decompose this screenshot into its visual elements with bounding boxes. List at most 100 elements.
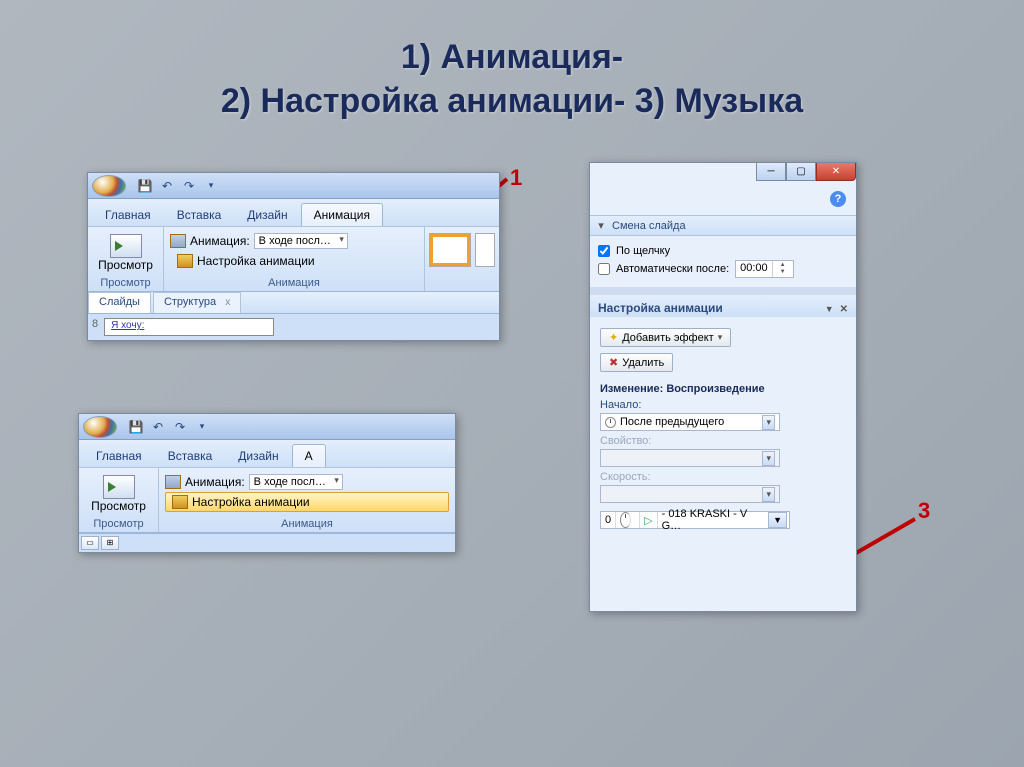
tab-design-2[interactable]: Дизайн bbox=[225, 444, 291, 467]
minimize-button[interactable]: ─ bbox=[756, 163, 786, 181]
group-preview-label: Просмотр bbox=[94, 275, 157, 291]
group-preview-label-2: Просмотр bbox=[85, 516, 152, 532]
qat-dropdown-icon[interactable]: ▾ bbox=[202, 177, 220, 195]
help-icon[interactable]: ? bbox=[830, 191, 846, 207]
office-button-2[interactable] bbox=[83, 416, 117, 438]
pane-close-icon[interactable]: ✕ bbox=[840, 304, 848, 315]
start-label: Начало: bbox=[600, 399, 846, 411]
office-button[interactable] bbox=[92, 175, 126, 197]
group-anim-label: Анимация bbox=[170, 275, 418, 291]
tab-animation[interactable]: Анимация bbox=[301, 203, 383, 226]
tab-home-2[interactable]: Главная bbox=[83, 444, 155, 467]
page-title: 1) Анимация- 2) Настройка анимации- 3) М… bbox=[0, 35, 1024, 123]
title-line-1: 1) Анимация- bbox=[0, 35, 1024, 79]
tab-insert[interactable]: Вставка bbox=[164, 203, 235, 226]
group-anim-label-2: Анимация bbox=[165, 516, 449, 532]
custom-anim-icon bbox=[177, 254, 193, 268]
tab-home[interactable]: Главная bbox=[92, 203, 164, 226]
document-tabs: Слайды Структура x bbox=[88, 292, 499, 314]
remove-effect-button[interactable]: ✖ Удалить bbox=[600, 353, 673, 372]
property-dropdown bbox=[600, 449, 780, 467]
undo-icon-2[interactable]: ↶ bbox=[149, 418, 167, 436]
anim-label: Анимация: bbox=[190, 234, 250, 248]
anim-pane-body: ✦ Добавить эффект ✖ Удалить Изменение: В… bbox=[590, 317, 856, 537]
custom-anim-label-2: Настройка анимации bbox=[192, 495, 310, 509]
view-normal-icon[interactable]: ▭ bbox=[81, 536, 99, 550]
custom-animation-button-highlighted[interactable]: Настройка анимации bbox=[165, 492, 449, 512]
animate-icon-2 bbox=[165, 475, 181, 489]
preview-label: Просмотр bbox=[98, 258, 153, 272]
on-click-checkbox[interactable]: По щелчку bbox=[598, 245, 848, 257]
change-play-label: Изменение: Воспроизведение bbox=[600, 383, 846, 395]
maximize-button[interactable]: ▢ bbox=[786, 163, 816, 181]
qat-dropdown-icon-2[interactable]: ▾ bbox=[193, 418, 211, 436]
close-icon[interactable]: x bbox=[225, 297, 230, 308]
anim-label-2: Анимация: bbox=[185, 475, 245, 489]
transition-section-title: ▾ Смена слайда bbox=[590, 215, 856, 236]
animate-icon bbox=[170, 234, 186, 248]
redo-icon[interactable]: ↷ bbox=[180, 177, 198, 195]
slide-number: 8 bbox=[92, 318, 98, 336]
ribbon-body-2: Просмотр Просмотр Анимация: В ходе посл…… bbox=[79, 468, 455, 533]
close-button[interactable]: ✕ bbox=[816, 163, 856, 181]
save-icon[interactable]: 💾 bbox=[136, 177, 154, 195]
slide-thumbnail[interactable]: Я хочу: bbox=[104, 318, 274, 336]
transition-section-body: По щелчку Автоматически после: 00:00 ▲▼ bbox=[590, 236, 856, 287]
preview-icon bbox=[110, 234, 142, 258]
ribbon-body: Просмотр Просмотр Анимация: В ходе посл…… bbox=[88, 227, 499, 292]
callout-3: 3 bbox=[918, 498, 930, 524]
speed-dropdown bbox=[600, 485, 780, 503]
speed-label: Скорость: bbox=[600, 471, 846, 483]
tab-structure[interactable]: Структура x bbox=[153, 292, 241, 313]
auto-after-time-spinner[interactable]: 00:00 ▲▼ bbox=[735, 260, 793, 278]
anim-dropdown-2[interactable]: В ходе посл… bbox=[249, 474, 343, 490]
list-item-clock-icon bbox=[616, 512, 640, 528]
list-item-play-icon: ▷ bbox=[640, 512, 657, 528]
tab-insert-2[interactable]: Вставка bbox=[155, 444, 226, 467]
spin-up-icon[interactable]: ▲ bbox=[777, 262, 789, 269]
callout-1: 1 bbox=[510, 165, 522, 191]
undo-icon[interactable]: ↶ bbox=[158, 177, 176, 195]
list-item-text: - 018 KRASKI - V G… bbox=[658, 512, 766, 528]
custom-anim-label: Настройка анимации bbox=[197, 254, 315, 268]
anim-dropdown[interactable]: В ходе посл… bbox=[254, 233, 348, 249]
transition-thumb-selected[interactable] bbox=[429, 233, 471, 267]
auto-after-input[interactable] bbox=[598, 263, 610, 275]
quick-access-toolbar: 💾 ↶ ↷ ▾ bbox=[88, 173, 499, 199]
slide-thumbnail-area: 8 Я хочу: bbox=[88, 314, 499, 340]
transition-thumb-next[interactable] bbox=[475, 233, 495, 267]
tab-design[interactable]: Дизайн bbox=[234, 203, 300, 226]
preview-button-2[interactable]: Просмотр bbox=[85, 472, 152, 516]
panel-ribbon-2: 💾 ↶ ↷ ▾ Главная Вставка Дизайн А Просмот… bbox=[78, 413, 456, 553]
preview-icon-2 bbox=[103, 475, 135, 499]
quick-access-toolbar-2: 💾 ↶ ↷ ▾ bbox=[79, 414, 455, 440]
custom-anim-icon-2 bbox=[172, 495, 188, 509]
preview-label-2: Просмотр bbox=[91, 499, 146, 513]
panel-right: ─ ▢ ✕ ? ▾ Смена слайда По щелчку Автомат… bbox=[589, 162, 857, 612]
animation-list-item[interactable]: 0 ▷ - 018 KRASKI - V G… ▼ bbox=[600, 511, 790, 529]
auto-after-checkbox[interactable]: Автоматически после: 00:00 ▲▼ bbox=[598, 260, 848, 278]
redo-icon-2[interactable]: ↷ bbox=[171, 418, 189, 436]
on-click-input[interactable] bbox=[598, 245, 610, 257]
remove-effect-icon: ✖ bbox=[609, 356, 618, 369]
tab-slides[interactable]: Слайды bbox=[88, 292, 151, 313]
anim-pane-title: Настройка анимации ▼✕ bbox=[590, 295, 856, 317]
window-buttons: ─ ▢ ✕ bbox=[756, 163, 856, 181]
list-item-index: 0 bbox=[601, 512, 616, 528]
save-icon-2[interactable]: 💾 bbox=[127, 418, 145, 436]
list-item-dropdown-icon[interactable]: ▼ bbox=[768, 512, 787, 528]
property-label: Свойство: bbox=[600, 435, 846, 447]
view-sorter-icon[interactable]: ⊞ bbox=[101, 536, 119, 550]
preview-button[interactable]: Просмотр bbox=[94, 231, 157, 275]
ribbon-tabs: Главная Вставка Дизайн Анимация bbox=[88, 199, 499, 227]
clock-icon bbox=[605, 417, 616, 428]
view-buttons: ▭ ⊞ bbox=[79, 533, 455, 552]
add-effect-button[interactable]: ✦ Добавить эффект bbox=[600, 328, 731, 347]
tab-animation-2[interactable]: А bbox=[292, 444, 326, 467]
start-dropdown[interactable]: После предыдущего bbox=[600, 413, 780, 431]
spin-down-icon[interactable]: ▼ bbox=[777, 269, 789, 276]
custom-animation-button[interactable]: Настройка анимации bbox=[170, 251, 418, 271]
title-line-2: 2) Настройка анимации- 3) Музыка bbox=[0, 79, 1024, 123]
panel-ribbon-1: 💾 ↶ ↷ ▾ Главная Вставка Дизайн Анимация … bbox=[87, 172, 500, 341]
add-effect-star-icon: ✦ bbox=[609, 331, 618, 344]
